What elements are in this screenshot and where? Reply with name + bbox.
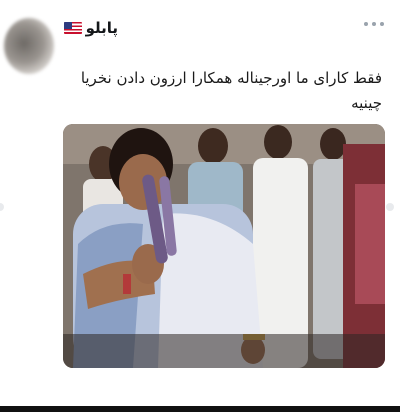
us-flag-icon [63, 22, 82, 34]
post-text: فقط کارای ما اورجیناله همکارا ارزون دادن… [80, 69, 382, 112]
post-header: پابلو [63, 18, 118, 38]
post-card: پابلو فقط کارای ما اورجیناله همکارا ارزو… [0, 0, 400, 412]
post-image[interactable] [63, 124, 385, 368]
carousel-dot-left [0, 203, 4, 211]
bottom-bar [0, 406, 400, 412]
more-options-icon[interactable] [364, 20, 384, 28]
carousel-dot-right [386, 203, 394, 211]
avatar[interactable] [4, 18, 54, 74]
username[interactable]: پابلو [86, 19, 118, 37]
photo-illustration [63, 124, 385, 368]
